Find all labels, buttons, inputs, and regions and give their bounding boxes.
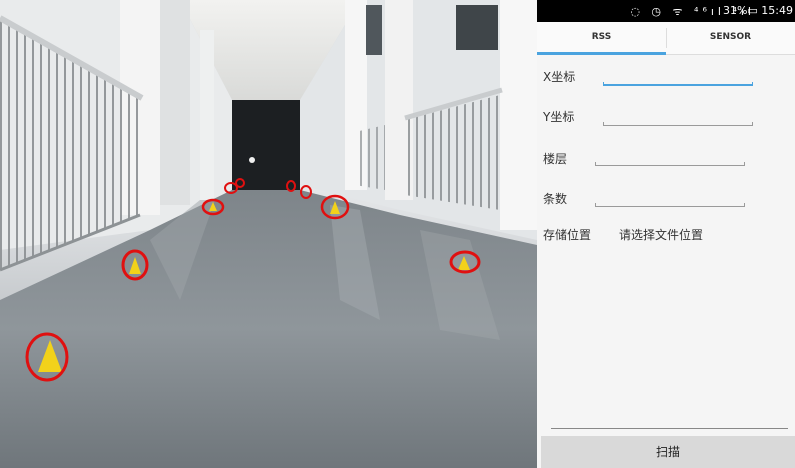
- y-coordinate-input[interactable]: [603, 122, 753, 126]
- storage-location-label: 存储位置: [543, 228, 592, 242]
- count-input[interactable]: [595, 203, 745, 207]
- count-label: 条数: [543, 192, 568, 206]
- floor-input[interactable]: [595, 162, 745, 166]
- scan-button[interactable]: 扫描: [541, 436, 795, 468]
- app-panel: ◌ ◷ ᯤ ⁴⁶ıl ⁴ıl 31%▭ 15:49 RSS SENSOR X坐标…: [537, 0, 795, 468]
- tab-bar: RSS SENSOR: [537, 22, 795, 55]
- x-coordinate-input[interactable]: [603, 82, 753, 86]
- tab-rss[interactable]: RSS: [537, 22, 666, 55]
- x-coordinate-label: X坐标: [543, 70, 576, 84]
- y-coordinate-label: Y坐标: [543, 110, 575, 124]
- tab-sensor[interactable]: SENSOR: [666, 22, 795, 54]
- corridor-photo: [0, 0, 537, 468]
- battery-and-clock: 31%▭ 15:49: [722, 4, 793, 17]
- status-bar: ◌ ◷ ᯤ ⁴⁶ıl ⁴ıl 31%▭ 15:49: [537, 0, 795, 22]
- floor-label: 楼层: [543, 152, 568, 166]
- corridor-scene: [0, 0, 537, 468]
- bottom-divider: [551, 428, 788, 429]
- select-file-location-link[interactable]: 请选择文件位置: [619, 226, 703, 243]
